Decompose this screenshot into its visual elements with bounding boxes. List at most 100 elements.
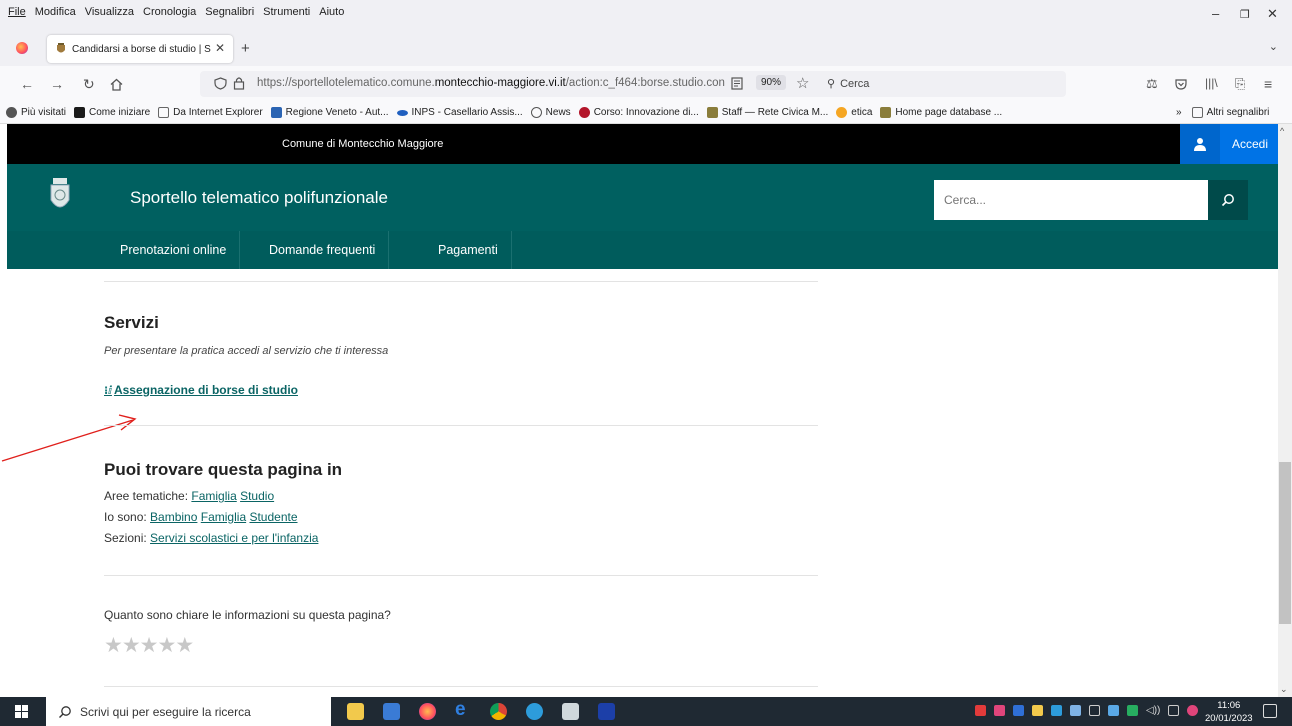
crest-icon — [880, 107, 892, 118]
bookmark-item[interactable]: News — [530, 107, 571, 118]
app-icon[interactable] — [526, 703, 543, 720]
home-icon[interactable] — [110, 78, 123, 91]
nav-domande[interactable]: Domande frequenti — [256, 231, 390, 269]
windows-start-icon[interactable] — [15, 705, 28, 718]
tag-studente[interactable]: Studente — [249, 510, 297, 524]
app-icon[interactable] — [383, 703, 400, 720]
site-header: Sportello telematico polifunzionale — [7, 164, 1278, 231]
minimize-icon[interactable]: – — [1212, 6, 1219, 21]
menu-visualizza[interactable]: Visualizza — [85, 6, 134, 18]
bookmark-star-icon[interactable]: ☆ — [796, 74, 809, 92]
bookmark-item[interactable]: Più visitati — [6, 107, 66, 118]
notification-tray-icon[interactable] — [1168, 705, 1179, 716]
file-explorer-icon[interactable] — [347, 703, 364, 720]
star-icon[interactable]: ★ — [104, 634, 123, 657]
forward-icon[interactable]: → — [50, 76, 64, 92]
tray-icon[interactable] — [1051, 705, 1062, 716]
bookmark-folder[interactable]: Da Internet Explorer — [158, 107, 263, 118]
reader-view-icon[interactable] — [731, 77, 743, 90]
menu-strumenti[interactable]: Strumenti — [263, 6, 310, 18]
star-icon[interactable]: ★ — [122, 634, 141, 657]
bookmark-item[interactable]: Staff — Rete Civica M... — [706, 107, 828, 118]
crest-icon[interactable] — [48, 176, 72, 216]
menu-file[interactable]: File — [8, 6, 26, 18]
scroll-up-icon[interactable]: ^ — [1280, 126, 1284, 136]
bookmark-item[interactable]: etica — [836, 107, 872, 118]
restore-icon[interactable]: ❐ — [1240, 8, 1250, 21]
settings-icon — [6, 107, 17, 118]
tag-famiglia[interactable]: Famiglia — [191, 489, 236, 503]
bookmark-item[interactable]: Corso: Innovazione di... — [578, 107, 699, 118]
bookmark-item[interactable]: Regione Veneto - Aut... — [270, 107, 389, 118]
pocket-icon[interactable] — [1175, 78, 1187, 90]
site-title[interactable]: Sportello telematico polifunzionale — [130, 188, 388, 208]
url-bar[interactable]: https://sportellotelematico.comune.monte… — [200, 71, 1066, 97]
account-icon[interactable]: ⎘ — [1235, 76, 1245, 92]
taskbar-search[interactable]: Scrivi qui per eseguire la ricerca — [46, 697, 331, 726]
tray-icon[interactable] — [1187, 705, 1198, 716]
scroll-down-icon[interactable]: ⌄ — [1280, 684, 1288, 695]
divider — [104, 425, 818, 426]
divider — [104, 575, 818, 576]
bookmark-item[interactable]: Come iniziare — [74, 107, 150, 118]
star-icon[interactable]: ★ — [140, 634, 159, 657]
tray-icon[interactable] — [1013, 705, 1024, 716]
extensions-icon[interactable]: ⚖ — [1146, 76, 1158, 92]
menu-modifica[interactable]: Modifica — [35, 6, 76, 18]
volume-icon[interactable]: ◁)) — [1146, 705, 1160, 716]
new-tab-icon[interactable]: + — [241, 40, 250, 57]
bookmark-item[interactable]: Home page database ... — [880, 107, 1002, 118]
service-link[interactable]: ⁝ⅈ Assegnazione di borse di studio — [104, 383, 298, 397]
tag-servizi-scolastici[interactable]: Servizi scolastici e per l'infanzia — [150, 531, 318, 545]
nav-prenotazioni[interactable]: Prenotazioni online — [107, 231, 241, 269]
municipality-name[interactable]: Comune di Montecchio Maggiore — [282, 138, 443, 150]
firefox-taskbar-icon[interactable] — [419, 703, 436, 720]
library-icon[interactable]: |||\ — [1205, 76, 1218, 90]
browser-search-field[interactable]: ⚲ Cerca — [827, 77, 869, 90]
zoom-indicator[interactable]: 90% — [756, 75, 787, 90]
site-search-input[interactable] — [934, 180, 1208, 220]
scrollbar-thumb[interactable] — [1279, 462, 1291, 624]
tray-icon[interactable] — [1032, 705, 1043, 716]
tray-icon[interactable] — [1070, 705, 1081, 716]
tab-title: Candidarsi a borse di studio | S — [72, 43, 211, 55]
star-icon[interactable]: ★ — [157, 634, 176, 657]
tag-studio[interactable]: Studio — [240, 489, 274, 503]
menu-cronologia[interactable]: Cronologia — [143, 6, 196, 18]
search-button[interactable] — [1208, 180, 1248, 220]
tray-icon[interactable] — [1127, 705, 1138, 716]
star-rating[interactable]: ★★★★★ — [104, 633, 194, 658]
menu-segnalibri[interactable]: Segnalibri — [205, 6, 254, 18]
bookmark-item[interactable]: INPS - Casellario Assis... — [396, 107, 523, 118]
nav-pagamenti[interactable]: Pagamenti — [425, 231, 512, 269]
network-icon[interactable] — [1108, 705, 1119, 716]
menu-aiuto[interactable]: Aiuto — [319, 6, 344, 18]
action-center-icon[interactable] — [1263, 704, 1277, 718]
browser-tab[interactable]: Candidarsi a borse di studio | S ✕ — [47, 35, 233, 63]
battery-icon[interactable] — [1089, 705, 1100, 716]
user-icon — [1180, 124, 1220, 164]
app-icon[interactable] — [598, 703, 615, 720]
more-bookmarks[interactable]: » Altri segnalibri — [1176, 107, 1269, 118]
back-icon[interactable]: ← — [20, 76, 34, 92]
tray-icon[interactable] — [994, 705, 1005, 716]
internet-explorer-icon[interactable]: e — [455, 699, 472, 720]
tab-bar: Candidarsi a borse di studio | S ✕ + ⌄ — [0, 30, 1292, 66]
close-tab-icon[interactable]: ✕ — [215, 41, 225, 55]
login-button[interactable]: Accedi — [1180, 124, 1278, 164]
lock-icon[interactable] — [233, 76, 245, 90]
hamburger-menu-icon[interactable]: ≡ — [1264, 76, 1272, 92]
reload-icon[interactable]: ↻ — [83, 76, 95, 93]
tag-famiglia[interactable]: Famiglia — [201, 510, 246, 524]
close-window-icon[interactable]: ✕ — [1267, 6, 1278, 22]
app-icon[interactable] — [562, 703, 579, 720]
shield-icon[interactable] — [214, 77, 227, 90]
chrome-icon[interactable] — [490, 703, 507, 720]
list-tabs-icon[interactable]: ⌄ — [1269, 40, 1278, 53]
tag-bambino[interactable]: Bambino — [150, 510, 197, 524]
clock[interactable]: 11:06 20/01/2023 — [1205, 699, 1253, 725]
url-text[interactable]: https://sportellotelematico.comune.monte… — [257, 77, 727, 89]
firefox-icon[interactable] — [16, 42, 28, 54]
tray-icon[interactable] — [975, 705, 986, 716]
star-icon[interactable]: ★ — [175, 634, 194, 657]
